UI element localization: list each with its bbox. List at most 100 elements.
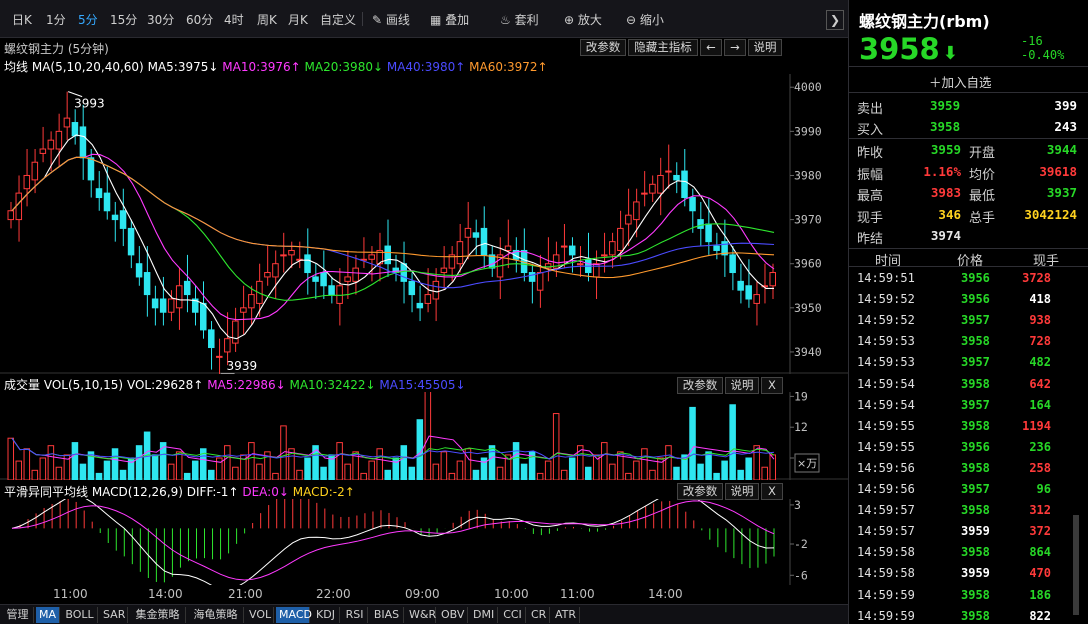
toolbar-item-7[interactable]: 周K: [257, 11, 277, 28]
indicator-tab-13[interactable]: DMI: [470, 607, 498, 623]
volume-button-2[interactable]: X: [761, 377, 783, 394]
toolbar-item-2[interactable]: 5分: [78, 11, 98, 28]
indicator-tab-15[interactable]: CR: [528, 607, 550, 623]
trade-price: 3958: [961, 545, 990, 560]
indicator-tabs: 管理 MA BOLL SAR 集金策略 海龟策略 VOL MACD KDJ RSI BIAS W&R O…: [0, 604, 848, 624]
trade-row[interactable]: 14:59:57 3958 312: [849, 500, 1081, 521]
trade-row[interactable]: 14:59:52 3957 938: [849, 310, 1081, 331]
buy-row: 买入 3958 243: [857, 117, 1079, 138]
volume-bar: [609, 463, 616, 480]
candle-body: [432, 280, 440, 300]
indicator-tab-5[interactable]: 海龟策略: [188, 607, 244, 623]
toolbar-item-3[interactable]: 15分: [110, 11, 137, 28]
volume-bar: [111, 448, 119, 480]
stat-value: 3937: [1046, 185, 1077, 200]
candle-body: [63, 117, 71, 128]
trade-row[interactable]: 14:59:55 3958 1194: [849, 416, 1081, 437]
add-watchlist-button[interactable]: ＋加入自选: [929, 72, 992, 91]
time-axis-label: 14:00: [148, 587, 183, 601]
indicator-tab-3[interactable]: SAR: [100, 607, 128, 623]
indicator-tab-8[interactable]: KDJ: [312, 607, 340, 623]
kline-button-0[interactable]: 改参数: [580, 39, 626, 56]
toolbar-item-1[interactable]: 1分: [46, 11, 66, 28]
toolbar-item-9[interactable]: 自定义: [320, 11, 356, 28]
toolbar-item-5[interactable]: 60分: [186, 11, 213, 28]
volume-bar: [360, 472, 367, 480]
plus-icon: ＋: [929, 75, 942, 90]
trade-row[interactable]: 14:59:57 3959 372: [849, 521, 1081, 542]
trade-price: 3958: [961, 418, 990, 433]
macd-button-2[interactable]: X: [761, 483, 783, 500]
stat-row: 昨结 3974: [857, 226, 1079, 247]
trade-row[interactable]: 14:59:56 3957 96: [849, 479, 1081, 500]
trade-row[interactable]: 14:59:51 3956 3728: [849, 268, 1081, 289]
volume-bar: [713, 472, 720, 480]
trade-qty: 186: [1029, 587, 1051, 602]
macd-button-0[interactable]: 改参数: [677, 483, 723, 500]
volume-bar: [568, 457, 576, 480]
trade-row[interactable]: 14:59:59 3958 186: [849, 585, 1081, 606]
indicator-tab-9[interactable]: RSI: [342, 607, 368, 623]
stat-value: 3983: [930, 185, 961, 200]
stat-value: 3944: [1046, 142, 1077, 157]
trade-row[interactable]: 14:59:54 3958 642: [849, 374, 1081, 395]
toolbar-item-0[interactable]: 日K: [12, 11, 32, 28]
macd-button-1[interactable]: 说明: [725, 483, 759, 500]
toolbar-item-label: 15分: [110, 13, 138, 27]
volume-bar: [496, 466, 504, 480]
toolbar-item-12[interactable]: ♨ 套利: [500, 11, 539, 28]
time-axis-label: 10:00: [494, 587, 529, 601]
candle-body: [504, 245, 512, 251]
macd-y-label: -2: [794, 537, 808, 551]
indicator-tab-7[interactable]: MACD: [276, 607, 312, 623]
kline-button-2[interactable]: ←: [700, 39, 722, 56]
trade-row[interactable]: 14:59:53 3958 728: [849, 331, 1081, 352]
indicator-tab-10[interactable]: BIAS: [370, 607, 404, 623]
macd-background: [0, 499, 848, 585]
volume-button-0[interactable]: 改参数: [677, 377, 723, 394]
toolbar-item-6[interactable]: 4时: [224, 11, 244, 28]
trade-list-scrollbar[interactable]: [1073, 515, 1079, 615]
toolbar-item-11[interactable]: ▦ 叠加: [430, 11, 469, 28]
candle-body: [175, 285, 183, 309]
volume-button-1[interactable]: 说明: [725, 377, 759, 394]
orderbook-qty: 399: [1054, 98, 1077, 113]
volume-chart[interactable]: 19125×万: [0, 392, 848, 480]
kline-button-4[interactable]: 说明: [748, 39, 782, 56]
trade-row[interactable]: 14:59:54 3957 164: [849, 395, 1081, 416]
toolbar-item-10[interactable]: ✎ 画线: [372, 11, 410, 28]
toolbar-item-label: 30分: [147, 13, 175, 27]
candlestick-chart[interactable]: 4000 3990 3980 3970 3960 3950 3940 3993 3939: [0, 74, 848, 374]
indicator-tab-12[interactable]: OBV: [438, 607, 468, 623]
trade-price: 3957: [961, 313, 990, 328]
macd-chart[interactable]: 3 -2 -6: [0, 499, 848, 585]
trade-row[interactable]: 14:59:55 3956 236: [849, 437, 1081, 458]
toolbar-scroll-right-icon[interactable]: ❯: [826, 10, 844, 30]
indicator-tab-14[interactable]: CCI: [500, 607, 526, 623]
trade-row[interactable]: 14:59:56 3958 258: [849, 458, 1081, 479]
trade-row[interactable]: 14:59:58 3958 864: [849, 542, 1081, 563]
kline-button-3[interactable]: →: [724, 39, 746, 56]
indicator-tab-2[interactable]: BOLL: [62, 607, 98, 623]
ma-legend: 均线 MA(5,10,20,40,60) MA5:3975↓ MA10:3976…: [4, 58, 548, 75]
toolbar-item-8[interactable]: 月K: [288, 11, 308, 28]
indicator-tab-11[interactable]: W&R: [406, 607, 436, 623]
trade-row[interactable]: 14:59:59 3958 822: [849, 606, 1081, 624]
toolbar-item-13[interactable]: ⊕ 放大: [564, 11, 602, 28]
indicator-tab-4[interactable]: 集金策略: [130, 607, 186, 623]
volume-value: VOL:29628↑: [126, 378, 204, 392]
toolbar-item-14[interactable]: ⊖ 缩小: [626, 11, 664, 28]
trade-row[interactable]: 14:59:52 3956 418: [849, 289, 1081, 310]
trade-row[interactable]: 14:59:53 3957 482: [849, 352, 1081, 373]
trade-row[interactable]: 14:59:58 3959 470: [849, 563, 1081, 584]
toolbar-item-4[interactable]: 30分: [147, 11, 174, 28]
trade-price: 3956: [961, 292, 990, 307]
volume-bar: [769, 454, 777, 480]
indicator-tab-0[interactable]: 管理: [2, 607, 34, 623]
macd-y-label: 3: [794, 499, 801, 512]
volume-bar: [384, 469, 391, 480]
indicator-tab-16[interactable]: ATR: [552, 607, 580, 623]
indicator-tab-6[interactable]: VOL: [246, 607, 274, 623]
kline-button-1[interactable]: 隐藏主指标: [628, 39, 698, 56]
indicator-tab-1[interactable]: MA: [36, 607, 60, 623]
